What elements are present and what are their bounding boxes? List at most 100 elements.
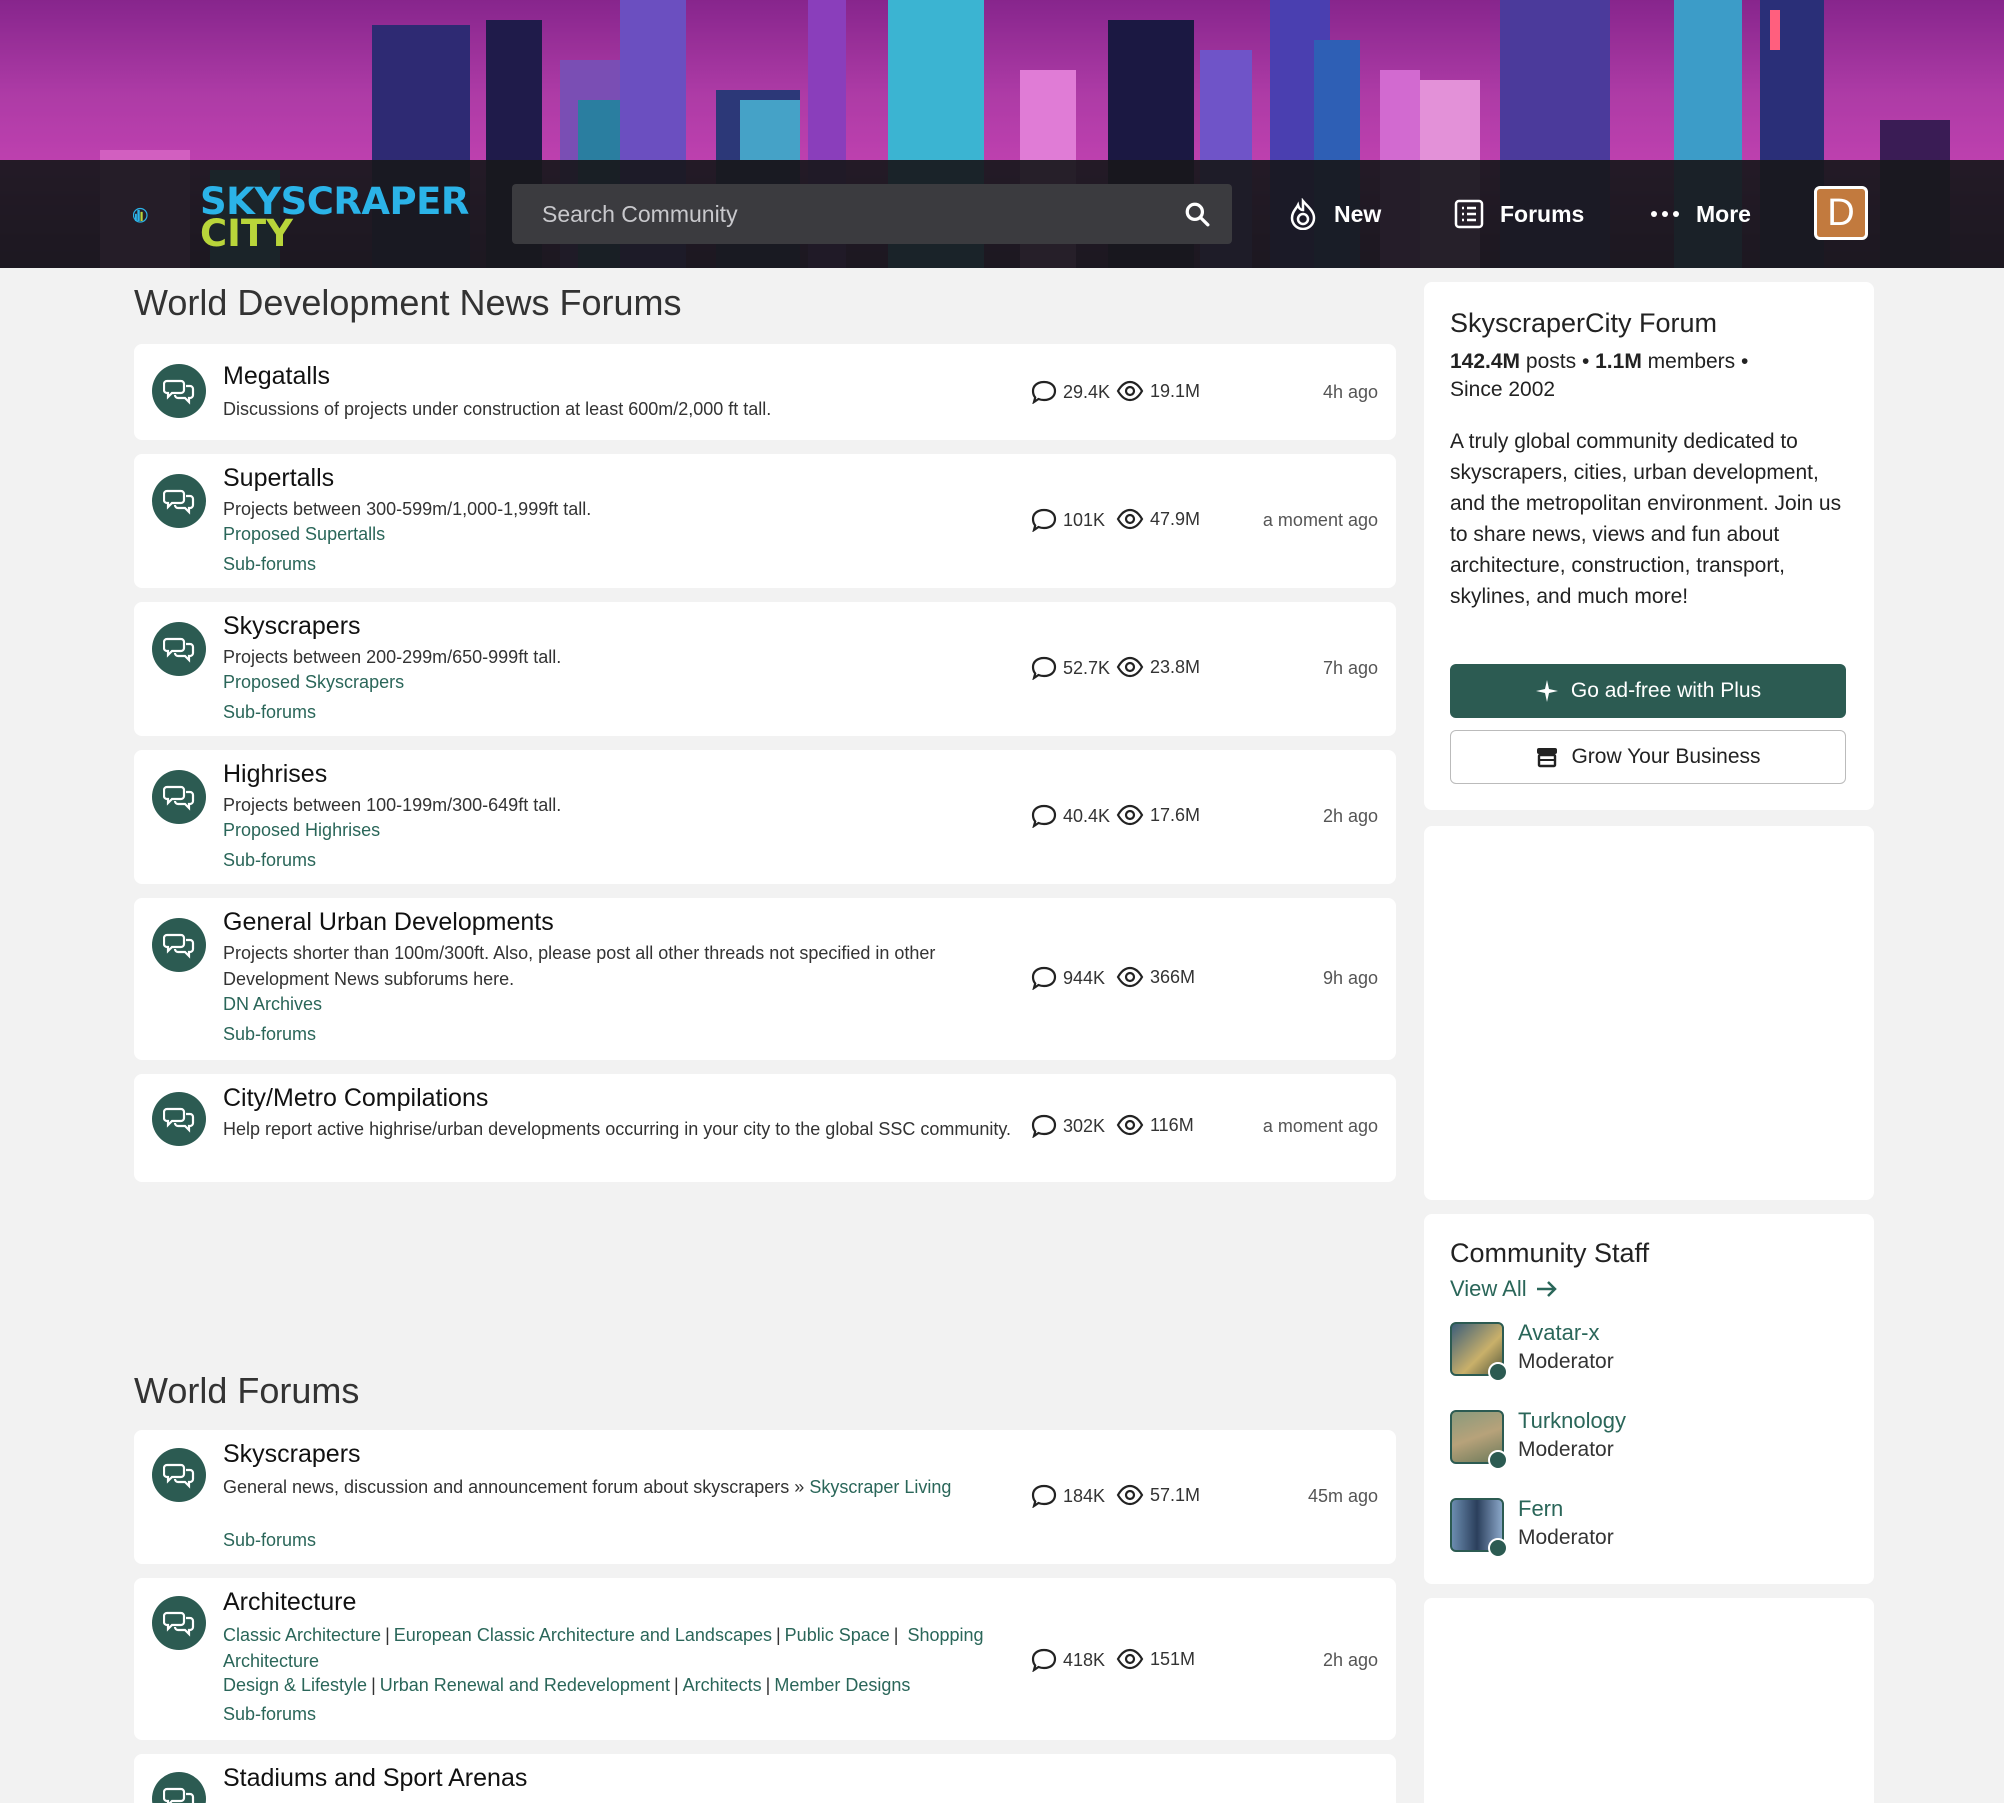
forum-card[interactable]: General Urban Developments Projects shor… — [134, 898, 1396, 1060]
storefront-icon — [1537, 748, 1558, 768]
architecture-links-row1: Classic Architecture | European Classic Ar… — [223, 1625, 984, 1671]
forum-chat-icon — [152, 364, 206, 418]
subforums-link[interactable]: Sub-forums — [223, 554, 316, 575]
forum-title[interactable]: Stadiums and Sport Arenas — [223, 1764, 527, 1793]
forum-title[interactable]: Megatalls — [223, 362, 330, 391]
forum-threads-count: 101K — [1031, 508, 1105, 532]
forum-description: General news, discussion and announcemen… — [223, 1477, 952, 1497]
moderator-badge-icon — [1488, 1362, 1508, 1382]
about-title: SkyscraperCity Forum — [1450, 308, 1718, 338]
comment-icon — [1031, 966, 1057, 990]
forum-related-link[interactable]: Proposed Supertalls — [223, 524, 385, 545]
comment-icon — [1031, 1648, 1057, 1672]
staff-name[interactable]: Avatar-x — [1518, 1320, 1600, 1346]
staff-title: Community Staff — [1450, 1238, 1650, 1268]
skyscrapercity-logo-icon[interactable] — [133, 180, 203, 250]
comment-icon — [1031, 1484, 1057, 1508]
subforums-link[interactable]: Sub-forums — [223, 702, 316, 723]
forum-related-link[interactable]: DN Archives — [223, 994, 322, 1015]
link-architects[interactable]: Architects — [683, 1675, 762, 1695]
eye-icon — [1116, 1114, 1144, 1136]
staff-member[interactable]: Avatar-x Moderator — [1450, 1320, 1850, 1384]
forum-threads-count: 418K — [1031, 1648, 1105, 1672]
forum-chat-icon — [152, 1448, 206, 1502]
eye-icon — [1116, 508, 1144, 530]
forum-threads-count: 184K — [1031, 1484, 1105, 1508]
skyscraper-living-link[interactable]: Skyscraper Living — [809, 1477, 951, 1497]
forum-stats: 142.4M posts • 1.1M members • Since 2002 — [1450, 350, 1749, 401]
ad-placeholder — [1424, 826, 1874, 1200]
staff-name[interactable]: Fern — [1518, 1496, 1563, 1522]
link-european-classic[interactable]: European Classic Architecture and Landsc… — [394, 1625, 772, 1645]
moderator-badge-icon — [1488, 1450, 1508, 1470]
forum-threads-count: 302K — [1031, 1114, 1105, 1138]
forum-threads-count: 52.7K — [1031, 656, 1110, 680]
search-input[interactable] — [542, 184, 1162, 244]
nav-forums[interactable]: Forums — [1454, 194, 1584, 234]
section-title-world-forums: World Forums — [134, 1370, 360, 1411]
forum-views-count: 151M — [1116, 1648, 1195, 1670]
link-design-lifestyle[interactable]: Design & Lifestyle — [223, 1675, 367, 1695]
forum-description: Projects between 100-199m/300-649ft tall… — [223, 795, 562, 815]
forum-title[interactable]: Architecture — [223, 1588, 356, 1617]
forum-chat-icon — [152, 474, 206, 528]
grow-business-button[interactable]: Grow Your Business — [1450, 730, 1846, 784]
search-box — [512, 184, 1232, 244]
forum-card[interactable]: Stadiums and Sport Arenas — [134, 1754, 1396, 1803]
forum-description: Projects shorter than 100m/300ft. Also, … — [223, 943, 936, 989]
forum-card[interactable]: Megatalls Discussions of projects under … — [134, 344, 1396, 440]
staff-role: Moderator — [1518, 1438, 1614, 1461]
forum-last-activity: 2h ago — [1322, 806, 1378, 826]
eye-icon — [1116, 1648, 1144, 1670]
forum-card[interactable]: Highrises Projects between 100-199m/300-… — [134, 750, 1396, 884]
about-description: A truly global community dedicated to sk… — [1450, 430, 1842, 608]
logo-text-city[interactable]: CITY — [200, 212, 293, 255]
search-icon[interactable] — [1184, 201, 1210, 227]
forum-chat-icon — [152, 918, 206, 972]
user-avatar-button[interactable]: D — [1814, 186, 1868, 240]
forum-card[interactable]: Supertalls Projects between 300-599m/1,0… — [134, 454, 1396, 588]
forum-title[interactable]: Skyscrapers — [223, 612, 361, 641]
view-all-staff-link[interactable]: View All — [1450, 1276, 1559, 1302]
nav-more[interactable]: More — [1650, 194, 1751, 234]
forum-last-activity: 4h ago — [1322, 382, 1378, 402]
subforums-link[interactable]: Sub-forums — [223, 1530, 316, 1551]
forum-views-count: 19.1M — [1116, 380, 1200, 402]
ad-placeholder-bottom — [1424, 1598, 1874, 1803]
forum-title[interactable]: Highrises — [223, 760, 327, 789]
nav-new[interactable]: New — [1288, 194, 1381, 234]
forum-related-link[interactable]: Proposed Skyscrapers — [223, 672, 404, 693]
nav-more-label: More — [1696, 200, 1751, 227]
link-member-designs[interactable]: Member Designs — [774, 1675, 910, 1695]
forum-title[interactable]: City/Metro Compilations — [223, 1084, 488, 1113]
forum-description: Discussions of projects under constructi… — [223, 399, 772, 419]
comment-icon — [1031, 656, 1057, 680]
link-public-space[interactable]: Public Space — [785, 1625, 890, 1645]
eye-icon — [1116, 966, 1144, 988]
staff-member[interactable]: Turknology Moderator — [1450, 1408, 1850, 1472]
comment-icon — [1031, 508, 1057, 532]
forum-card[interactable]: Skyscrapers General news, discussion and… — [134, 1430, 1396, 1564]
forum-chat-icon — [152, 1092, 206, 1146]
staff-member[interactable]: Fern Moderator — [1450, 1496, 1850, 1560]
forum-card[interactable]: Architecture Classic Architecture | Europe… — [134, 1578, 1396, 1740]
forum-card[interactable]: Skyscrapers Projects between 200-299m/65… — [134, 602, 1396, 736]
forum-views-count: 57.1M — [1116, 1484, 1200, 1506]
staff-name[interactable]: Turknology — [1518, 1408, 1626, 1434]
forum-related-link[interactable]: Proposed Highrises — [223, 820, 380, 841]
forum-card[interactable]: City/Metro Compilations Help report acti… — [134, 1074, 1396, 1182]
subforums-link[interactable]: Sub-forums — [223, 1024, 316, 1045]
subforums-link[interactable]: Sub-forums — [223, 1704, 316, 1725]
subforums-link[interactable]: Sub-forums — [223, 850, 316, 871]
go-ad-free-button[interactable]: Go ad-free with Plus — [1450, 664, 1846, 718]
forum-title[interactable]: General Urban Developments — [223, 908, 554, 937]
community-staff-card: Community Staff View All Avatar-x Modera… — [1424, 1214, 1874, 1584]
forum-last-activity: 9h ago — [1322, 968, 1378, 988]
section-title-world-development: World Development News Forums — [134, 282, 682, 323]
forum-title[interactable]: Supertalls — [223, 464, 334, 493]
forum-chat-icon — [152, 1596, 206, 1650]
forum-title[interactable]: Skyscrapers — [223, 1440, 361, 1469]
link-classic-architecture[interactable]: Classic Architecture — [223, 1625, 381, 1645]
forum-last-activity: 45m ago — [1307, 1486, 1378, 1506]
link-urban-renewal[interactable]: Urban Renewal and Redevelopment — [380, 1675, 670, 1695]
